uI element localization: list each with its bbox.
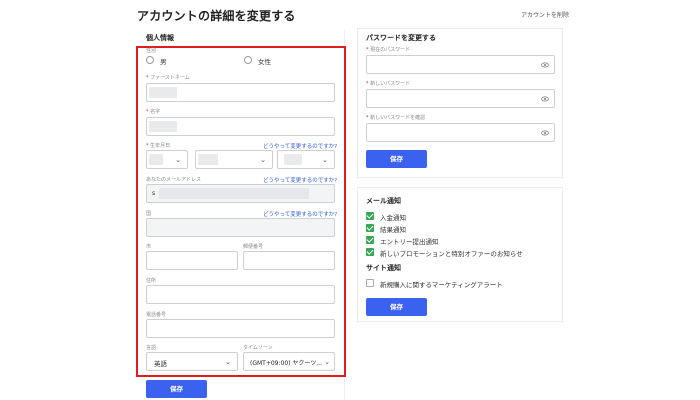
results-notice-label: 結果通知 (380, 226, 406, 234)
required-mark: * (366, 81, 369, 87)
address-input[interactable] (146, 285, 335, 304)
delete-account-link[interactable]: アカウントを削除 (521, 10, 569, 19)
redacted-value (284, 154, 302, 165)
last-name-label-text: 名字 (150, 109, 161, 115)
phone-label: 電話番号 (146, 312, 167, 318)
deposit-notice-checkbox[interactable] (366, 212, 374, 220)
birthdate-help-link[interactable]: どうやって変更するのですか? (263, 142, 337, 150)
chevron-down-icon: ⌄ (175, 156, 181, 164)
site-notifications-title: サイト通知 (366, 264, 401, 272)
promotions-checkbox[interactable] (366, 248, 374, 256)
first-name-label-text: ファーストネーム (150, 75, 190, 81)
eye-icon[interactable] (541, 129, 549, 137)
chevron-down-icon: ⌄ (260, 156, 266, 164)
page-title: アカウントの詳細を変更する (137, 9, 296, 23)
birth-day-select[interactable]: ⌄ (146, 150, 188, 169)
redacted-value (149, 121, 177, 132)
gender-label: 性別 (146, 48, 157, 54)
country-label: 国 (146, 211, 152, 217)
timezone-value: (GMT+09:00) ヤクーツ... (250, 360, 323, 367)
timezone-label: タイムゾーン (243, 345, 273, 351)
personal-info-title: 個人情報 (146, 34, 174, 42)
new-password-label-text: 新しいパスワード (370, 81, 411, 87)
chevron-down-icon: ⌄ (322, 156, 328, 164)
required-mark: * (146, 75, 149, 81)
marketing-alert-label: 新規購入に関するマーケティングアラート (380, 281, 503, 289)
redacted-value (149, 154, 163, 165)
birthdate-label-text: 生年月日 (150, 143, 171, 149)
last-name-label: * 名字 (146, 108, 160, 115)
deposit-notice-label: 入金通知 (380, 214, 406, 222)
promotions-label: 新しいプロモーションと特別オファーのお知らせ (380, 250, 523, 258)
required-mark: * (146, 109, 149, 115)
new-password-label: * 新しいパスワード (366, 80, 410, 87)
birth-month-select[interactable]: ⌄ (195, 150, 273, 169)
gender-female-label: 女性 (258, 58, 271, 66)
last-name-input[interactable] (146, 117, 335, 136)
timezone-select[interactable]: (GMT+09:00) ヤクーツ... ⌄ (243, 352, 335, 371)
language-select[interactable]: 英語 ⌄ (146, 352, 238, 371)
email-label: あなたのメールアドレス (146, 177, 202, 183)
gender-male-radio[interactable] (146, 56, 154, 64)
marketing-alert-checkbox[interactable] (366, 279, 374, 287)
password-section-title: パスワードを変更する (366, 34, 436, 42)
save-password-button[interactable]: 保存 (366, 150, 427, 168)
current-password-label: * 現在のパスワード (366, 46, 410, 53)
birth-year-select[interactable]: ⌄ (277, 150, 335, 169)
chevron-down-icon: ⌄ (324, 358, 330, 366)
gender-female-radio[interactable] (244, 56, 252, 64)
eye-icon[interactable] (541, 61, 549, 69)
current-password-label-text: 現在のパスワード (370, 47, 411, 53)
phone-input[interactable] (146, 319, 335, 338)
postal-code-label: 郵便番号 (243, 244, 264, 250)
country-help-link[interactable]: どうやって変更するのですか? (263, 210, 337, 218)
language-label: 言語 (146, 345, 157, 351)
confirm-password-label-text: 新しいパスワードを確認 (370, 115, 426, 121)
email-notifications-title: メール通知 (366, 197, 401, 205)
first-name-input[interactable] (146, 83, 335, 102)
confirm-password-label: * 新しいパスワードを確認 (366, 114, 425, 121)
save-notifications-button[interactable]: 保存 (366, 298, 427, 316)
email-input[interactable]: s (146, 184, 335, 203)
country-input[interactable] (146, 218, 335, 237)
results-notice-checkbox[interactable] (366, 224, 374, 232)
entry-notice-checkbox[interactable] (366, 236, 374, 244)
chevron-down-icon: ⌄ (225, 358, 231, 366)
save-personal-button[interactable]: 保存 (146, 380, 207, 398)
required-mark: * (146, 143, 149, 149)
current-password-input[interactable] (366, 55, 555, 74)
redacted-value (149, 87, 177, 98)
language-value: 英語 (154, 360, 167, 368)
required-mark: * (366, 47, 369, 53)
entry-notice-label: エントリー提出通知 (380, 238, 439, 246)
city-label: 市 (146, 244, 152, 250)
first-name-label: * ファーストネーム (146, 74, 190, 81)
new-password-input[interactable] (366, 89, 555, 108)
confirm-password-input[interactable] (366, 123, 555, 142)
required-mark: * (366, 115, 369, 121)
email-help-link[interactable]: どうやって変更するのですか? (263, 176, 337, 184)
postal-code-input[interactable] (243, 251, 335, 270)
redacted-value (198, 154, 218, 165)
redacted-value (159, 188, 309, 199)
birthdate-label: * 生年月日 (146, 142, 170, 149)
city-input[interactable] (146, 251, 238, 270)
address-label: 住所 (146, 278, 157, 284)
gender-male-label: 男 (160, 58, 167, 66)
email-value: s (152, 190, 156, 197)
eye-icon[interactable] (541, 95, 549, 103)
